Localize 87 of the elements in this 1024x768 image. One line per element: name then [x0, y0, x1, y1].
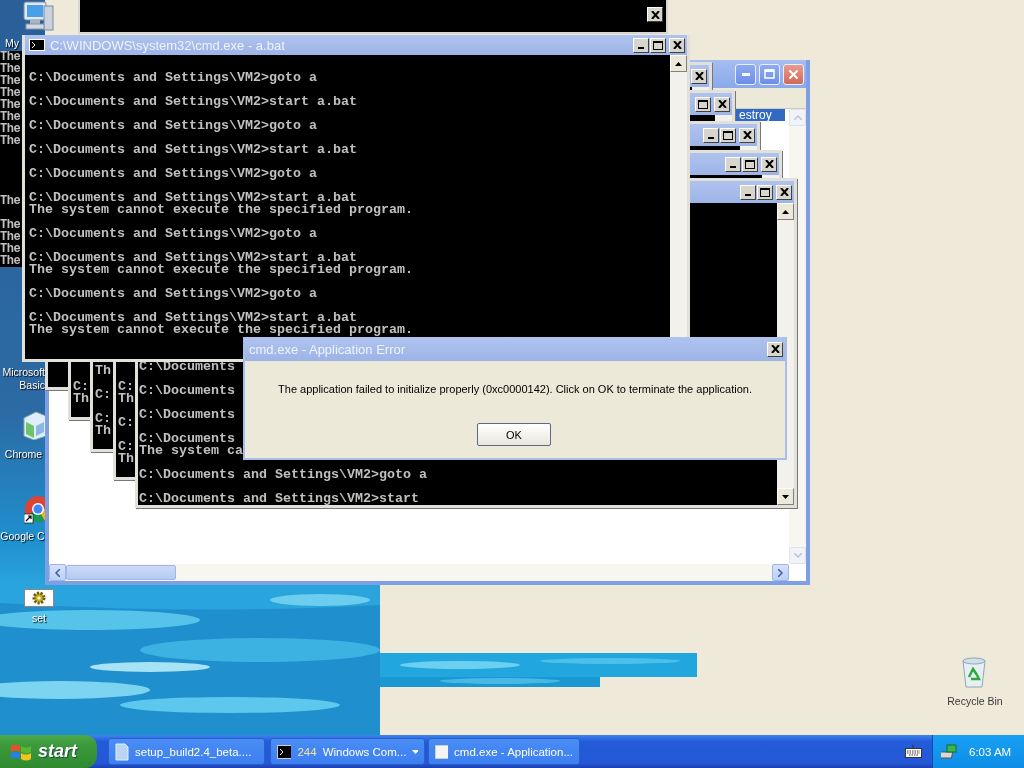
ok-button[interactable]: OK	[477, 423, 551, 446]
keyboard-icon[interactable]	[905, 745, 922, 758]
console-line: C:	[118, 379, 134, 394]
maximize-icon	[698, 99, 708, 109]
console-line: The	[0, 110, 21, 124]
console-line: The	[0, 98, 21, 112]
taskbar-button[interactable]: setup_build2.4_beta....	[108, 738, 265, 765]
console-line: C:\Documents and Settings\VM2>goto a	[29, 70, 317, 85]
icon-label[interactable]: Microsoft Basic	[0, 366, 45, 392]
taskbar-button[interactable]: cmd.exe - Application...	[428, 738, 580, 765]
box-icon	[22, 410, 46, 440]
close-icon	[694, 72, 704, 80]
down-arrow-icon	[782, 494, 789, 499]
console-icon	[277, 744, 292, 759]
window-title: cmd.exe - Application Error	[248, 341, 407, 357]
console-icon	[29, 39, 45, 51]
caret-icon	[412, 749, 418, 754]
close-icon	[788, 68, 799, 80]
close-icon	[764, 160, 774, 168]
console-line: The	[0, 194, 21, 208]
window-icon	[435, 744, 449, 759]
document-icon	[115, 742, 129, 761]
console-line: Th	[95, 423, 111, 438]
console-line: The	[0, 122, 21, 136]
window-title: C:\WINDOWS\system32\cmd.exe - a.bat	[49, 37, 286, 53]
console-line: Th	[95, 363, 111, 378]
console-line: C:\Documents and Settings\VM2>goto a	[29, 118, 317, 133]
console-line: Th	[118, 391, 134, 406]
console-line: C:\Documents and Settings\VM2>start a.bat	[29, 310, 357, 325]
console-line: C:	[95, 411, 111, 426]
console-line: C:\Documents	[139, 407, 235, 422]
maximize-icon	[745, 159, 755, 169]
icon-label[interactable]: Recycle Bin	[936, 695, 1014, 708]
console-line: The	[0, 230, 21, 244]
console-line: The	[0, 254, 21, 267]
maximize-icon	[764, 69, 775, 79]
close-icon	[779, 188, 789, 196]
console-line: The	[0, 86, 21, 100]
console-line: C:\Documents and Settings\VM2>goto a	[29, 166, 317, 181]
list-item[interactable]: estroy	[735, 109, 785, 121]
console-line: The	[0, 74, 21, 88]
minimize-icon	[741, 72, 750, 76]
console-line: The	[0, 51, 21, 64]
icon-label[interactable]: Google C	[0, 530, 45, 543]
close-icon	[672, 41, 682, 49]
console-line: C:\Documents	[139, 431, 235, 446]
error-message: The application failed to initialize properly (0xc0000142). Click on OK to terminate the application.	[277, 383, 753, 395]
icon-label[interactable]: Chrome	[2, 448, 45, 461]
maximize-icon	[653, 40, 663, 50]
console-line: C:	[73, 379, 89, 394]
scroll-left-button[interactable]	[49, 564, 66, 581]
close-icon	[717, 100, 727, 108]
console-line: C:\Documents and Settings\VM2>start a.bat	[29, 250, 357, 265]
up-arrow-icon	[675, 61, 682, 66]
close-icon	[770, 345, 780, 353]
scroll-right-button[interactable]	[772, 564, 789, 581]
up-arrow-icon	[782, 209, 789, 214]
console-line: C:\Documents and Settings\VM2>goto a	[139, 467, 427, 482]
console-line: Th	[73, 391, 89, 406]
start-button[interactable]: start	[0, 735, 97, 768]
console-line: C:\Documents and Settings\VM2>start a.bat	[29, 94, 357, 109]
close-icon	[742, 131, 752, 139]
taskbar-button[interactable]: 244 Windows Com...	[270, 738, 425, 765]
console-line: C:\Documents	[139, 383, 235, 398]
console-line: C:	[118, 415, 134, 430]
console-line: The	[0, 134, 21, 148]
maximize-icon	[760, 187, 770, 197]
console-line: The	[0, 242, 21, 256]
console-line: C:\Documents and Settings\VM2>start	[139, 491, 419, 505]
console-line: The system ca	[139, 443, 243, 458]
icon-label[interactable]: My	[2, 37, 22, 50]
console-line: C:	[118, 439, 134, 454]
console-line: C:	[95, 387, 111, 402]
console-line: C:\Documents	[139, 359, 235, 374]
console-line: C:\Documents and Settings\VM2>start a.bat	[29, 190, 357, 205]
console-line: The	[0, 218, 21, 232]
console-line: C:\Documents and Settings\VM2>start a.bat	[29, 142, 357, 157]
console-line: C:\Documents and Settings\VM2>goto a	[29, 286, 317, 301]
console-line: The	[0, 62, 21, 76]
scroll-thumb[interactable]	[66, 565, 176, 580]
console-line: Th	[118, 451, 134, 466]
clock: 6:03 AM	[969, 745, 1012, 758]
close-icon	[650, 10, 660, 19]
maximize-icon	[723, 130, 733, 140]
console-line: C:\Documents and Settings\VM2>goto a	[29, 226, 317, 241]
network-icon[interactable]	[941, 743, 959, 760]
computer-icon	[22, 0, 54, 34]
